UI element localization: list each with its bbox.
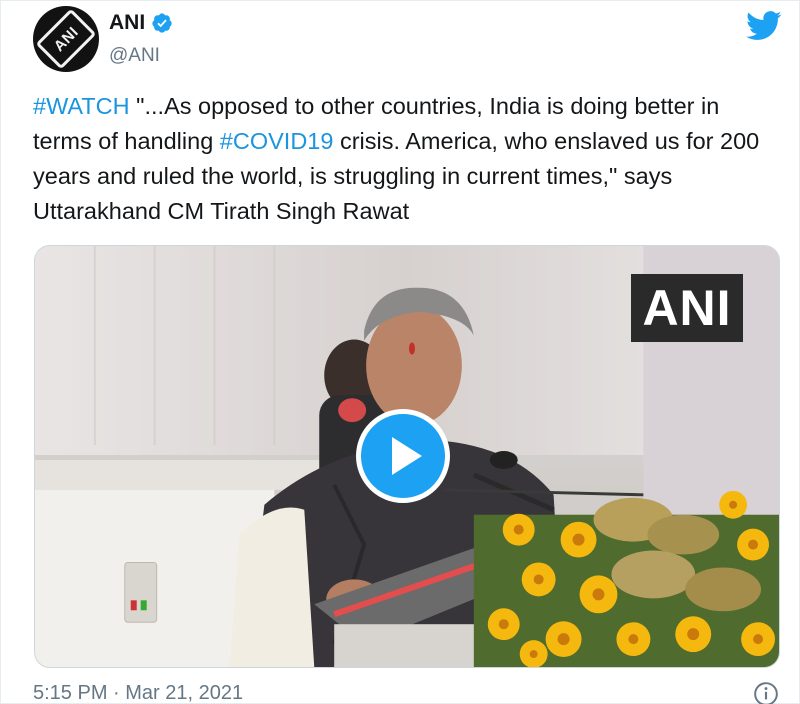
author-handle[interactable]: @ANI — [109, 45, 160, 67]
hashtag-watch-link[interactable]: #WATCH — [33, 93, 130, 119]
play-icon — [392, 437, 422, 475]
hashtag-covid19-link[interactable]: #COVID19 — [220, 128, 334, 154]
tweet-timestamp[interactable]: 5:15 PM · Mar 21, 2021 — [33, 681, 243, 704]
play-button[interactable] — [356, 409, 450, 503]
ani-watermark: ANI — [631, 274, 743, 342]
verified-badge-icon — [152, 13, 172, 33]
info-icon[interactable] — [753, 681, 779, 704]
twitter-bird-icon[interactable] — [746, 11, 782, 41]
tweet-text: #WATCH "...As opposed to other countries… — [33, 89, 773, 229]
avatar-logo-text: ANI — [50, 23, 82, 55]
author-name-row: ANI — [109, 11, 173, 35]
ani-logo-icon: ANI — [35, 8, 97, 70]
tweet-card: ANI ANI @ANI #WATCH "...As opposed to ot… — [0, 0, 800, 704]
video-player[interactable]: ANI — [34, 245, 780, 668]
display-name[interactable]: ANI — [109, 11, 145, 35]
avatar[interactable]: ANI — [33, 6, 99, 72]
